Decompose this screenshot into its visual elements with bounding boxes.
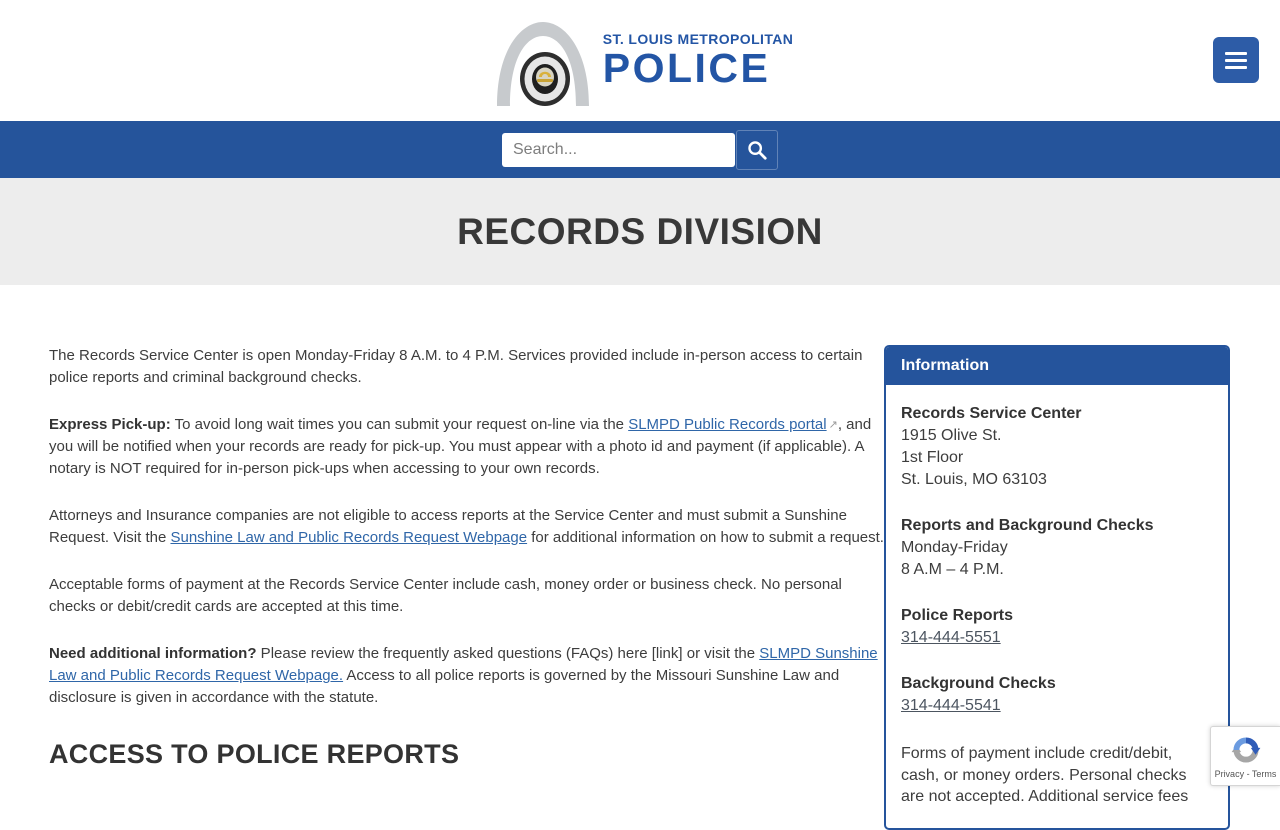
recaptcha-terms-link[interactable]: Terms bbox=[1252, 769, 1277, 779]
arch-badge-logo-icon bbox=[496, 21, 589, 106]
page-banner: RECORDS DIVISION bbox=[0, 178, 1280, 285]
sidebar-group: Reports and Background Checks Monday-Frid… bbox=[901, 515, 1213, 581]
section-heading: ACCESS TO POLICE REPORTS bbox=[49, 739, 460, 769]
sidebar-line: 1915 Olive St. bbox=[901, 427, 1002, 444]
sidebar-note: Forms of payment include credit/debit, c… bbox=[901, 745, 1189, 805]
logo-text-line2: POLICE bbox=[602, 45, 771, 91]
search-input[interactable] bbox=[502, 132, 735, 167]
recaptcha-logo-icon bbox=[1231, 736, 1260, 763]
paragraph-text: Acceptable forms of payment at the Recor… bbox=[49, 576, 842, 615]
sidebar-group: Police Reports 314-444-5551 bbox=[901, 605, 1213, 649]
paragraph: Attorneys and Insurance companies are no… bbox=[49, 505, 884, 549]
search-button[interactable] bbox=[736, 129, 778, 170]
recaptcha-badge[interactable]: Privacy - Terms bbox=[1210, 726, 1280, 786]
site-header: ST. LOUIS METROPOLITAN POLICE bbox=[0, 0, 1280, 121]
paragraph-text: The Records Service Center is open Monda… bbox=[49, 347, 863, 386]
sidebar-group: Records Service Center 1915 Olive St. 1st … bbox=[901, 403, 1213, 491]
sidebar-title: Information bbox=[886, 347, 1228, 385]
paragraph: Acceptable forms of payment at the Recor… bbox=[49, 574, 884, 618]
hamburger-menu-button[interactable] bbox=[1213, 37, 1259, 83]
bold-text: Need additional information? bbox=[49, 645, 257, 662]
phone-link[interactable]: 314-444-5551 bbox=[901, 627, 1001, 649]
paragraph: Need additional information? Please revi… bbox=[49, 643, 884, 709]
search-bar bbox=[502, 129, 778, 170]
hamburger-icon bbox=[1225, 51, 1247, 55]
sidebar-group-title: Records Service Center bbox=[901, 405, 1082, 422]
sidebar-line: Monday-Friday bbox=[901, 539, 1008, 556]
sidebar-group-title: Police Reports bbox=[901, 607, 1014, 624]
paragraph: The Records Service Center is open Monda… bbox=[49, 345, 884, 389]
recaptcha-privacy-terms: Privacy - Terms bbox=[1215, 769, 1277, 779]
hamburger-icon bbox=[1225, 58, 1247, 62]
paragraph-text: To avoid long wait times you can submit … bbox=[170, 416, 629, 433]
external-link-icon: ↗ bbox=[828, 419, 838, 431]
logo-text-line1: ST. LOUIS METROPOLITAN bbox=[602, 31, 794, 47]
sidebar-line: 8 A.M – 4 P.M. bbox=[901, 561, 1004, 578]
search-icon bbox=[748, 140, 767, 160]
sidebar-group-title: Background Checks bbox=[901, 675, 1056, 692]
info-sidebar: Information Records Service Center 1915 O… bbox=[884, 345, 1230, 830]
site-logo[interactable]: ST. LOUIS METROPOLITAN POLICE bbox=[487, 16, 794, 106]
sidebar-line: St. Louis, MO 63103 bbox=[901, 471, 1047, 488]
sidebar-group-title: Reports and Background Checks bbox=[901, 517, 1154, 534]
inline-link[interactable]: Sunshine Law and Public Records Request … bbox=[170, 529, 527, 546]
sidebar-line: 1st Floor bbox=[901, 449, 964, 466]
sidebar-line: 314-444-5541 bbox=[901, 695, 1213, 717]
sidebar-line: 314-444-5551 bbox=[901, 627, 1213, 649]
phone-link[interactable]: 314-444-5541 bbox=[901, 695, 1001, 717]
page-title: RECORDS DIVISION bbox=[457, 210, 823, 252]
recaptcha-separator: - bbox=[1244, 768, 1252, 779]
inline-link[interactable]: SLMPD Public Records portal bbox=[628, 416, 826, 433]
main-content: The Records Service Center is open Monda… bbox=[49, 345, 884, 830]
paragraph-text: Please review the frequently asked quest… bbox=[256, 645, 760, 662]
bold-text: Express Pick-up: bbox=[49, 416, 171, 433]
paragraph-text: for additional information on how to sub… bbox=[527, 529, 884, 546]
hamburger-icon bbox=[1225, 65, 1247, 69]
information-box: Information Records Service Center 1915 O… bbox=[884, 345, 1230, 830]
sidebar-group: Background Checks 314-444-5541 bbox=[901, 673, 1213, 717]
sidebar-body: Records Service Center 1915 Olive St. 1st … bbox=[886, 385, 1228, 828]
content-area: The Records Service Center is open Monda… bbox=[0, 285, 1280, 830]
paragraphs: The Records Service Center is open Monda… bbox=[49, 345, 884, 709]
recaptcha-privacy-link[interactable]: Privacy bbox=[1215, 769, 1245, 779]
paragraph: Express Pick-up: To avoid long wait time… bbox=[49, 414, 884, 480]
search-nav-bar bbox=[0, 121, 1280, 178]
